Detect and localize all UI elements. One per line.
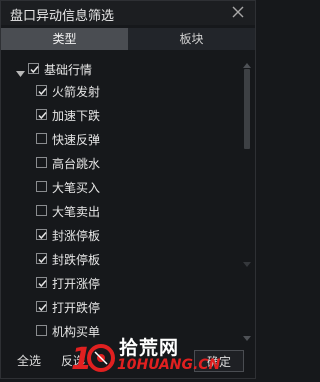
item-label: 封跌停板 (52, 253, 101, 267)
tree-item[interactable]: 火箭发射 (1, 81, 241, 101)
item-checkbox[interactable] (36, 85, 47, 96)
item-label: 快速反弹 (52, 133, 101, 147)
tree-item[interactable]: 大笔买入 (1, 177, 241, 197)
item-label: 打开跌停 (52, 301, 101, 315)
tree-item[interactable]: 封跌停板 (1, 249, 241, 269)
watermark-logo: 1 拾荒网 10HUANG.CN (71, 331, 220, 379)
tree-item[interactable]: 高台跳水 (1, 153, 241, 173)
tree-item[interactable]: 加速下跌 (1, 105, 241, 125)
watermark-domain: 10HUANG.CN (117, 357, 221, 373)
item-label: 大笔买入 (52, 181, 101, 195)
vertical-scrollbar[interactable] (243, 57, 251, 341)
select-all-button[interactable]: 全选 (17, 350, 41, 372)
close-icon[interactable] (229, 3, 247, 21)
item-checkbox[interactable] (36, 109, 47, 120)
item-checkbox[interactable] (36, 277, 47, 288)
tab-bar: 类型 板块 (1, 28, 255, 50)
item-label: 高台跳水 (52, 157, 101, 171)
tab-sector[interactable]: 板块 (128, 28, 255, 50)
tab-type[interactable]: 类型 (1, 28, 128, 50)
tree-group-basic[interactable]: 基础行情 (1, 59, 241, 79)
tree-item[interactable]: 大笔卖出 (1, 201, 241, 221)
item-label: 大笔卖出 (52, 205, 101, 219)
dialog-title: 盘口异动信息筛选 (10, 9, 115, 24)
item-label: 加速下跌 (52, 109, 101, 123)
item-checkbox[interactable] (36, 325, 47, 336)
filter-dialog: 盘口异动信息筛选 类型 板块 基础行情 火箭发射 加速下跌 快速反弹 高台跳水 … (0, 0, 256, 379)
tree-item[interactable]: 封涨停板 (1, 225, 241, 245)
group-label: 基础行情 (44, 63, 93, 77)
watermark-text: 拾荒网 (119, 337, 180, 359)
item-checkbox[interactable] (36, 133, 47, 144)
item-label: 火箭发射 (52, 85, 101, 99)
tree-item[interactable]: 打开涨停 (1, 273, 241, 293)
filter-tree: 基础行情 火箭发射 加速下跌 快速反弹 高台跳水 大笔买入 大笔卖出 封涨停板 … (1, 57, 255, 341)
item-checkbox[interactable] (36, 253, 47, 264)
tree-item[interactable]: 打开跌停 (1, 297, 241, 317)
item-label: 封涨停板 (52, 229, 101, 243)
item-checkbox[interactable] (36, 157, 47, 168)
title-bar: 盘口异动信息筛选 (1, 1, 255, 25)
item-checkbox[interactable] (36, 229, 47, 240)
item-checkbox[interactable] (36, 205, 47, 216)
collapse-triangle-icon[interactable] (16, 66, 25, 77)
item-label: 打开涨停 (52, 277, 101, 291)
item-checkbox[interactable] (36, 301, 47, 312)
scroll-marker-icon (243, 257, 251, 271)
item-checkbox[interactable] (36, 181, 47, 192)
scrollbar-thumb[interactable] (244, 69, 250, 149)
group-checkbox[interactable] (28, 63, 39, 74)
tree-item[interactable]: 快速反弹 (1, 129, 241, 149)
